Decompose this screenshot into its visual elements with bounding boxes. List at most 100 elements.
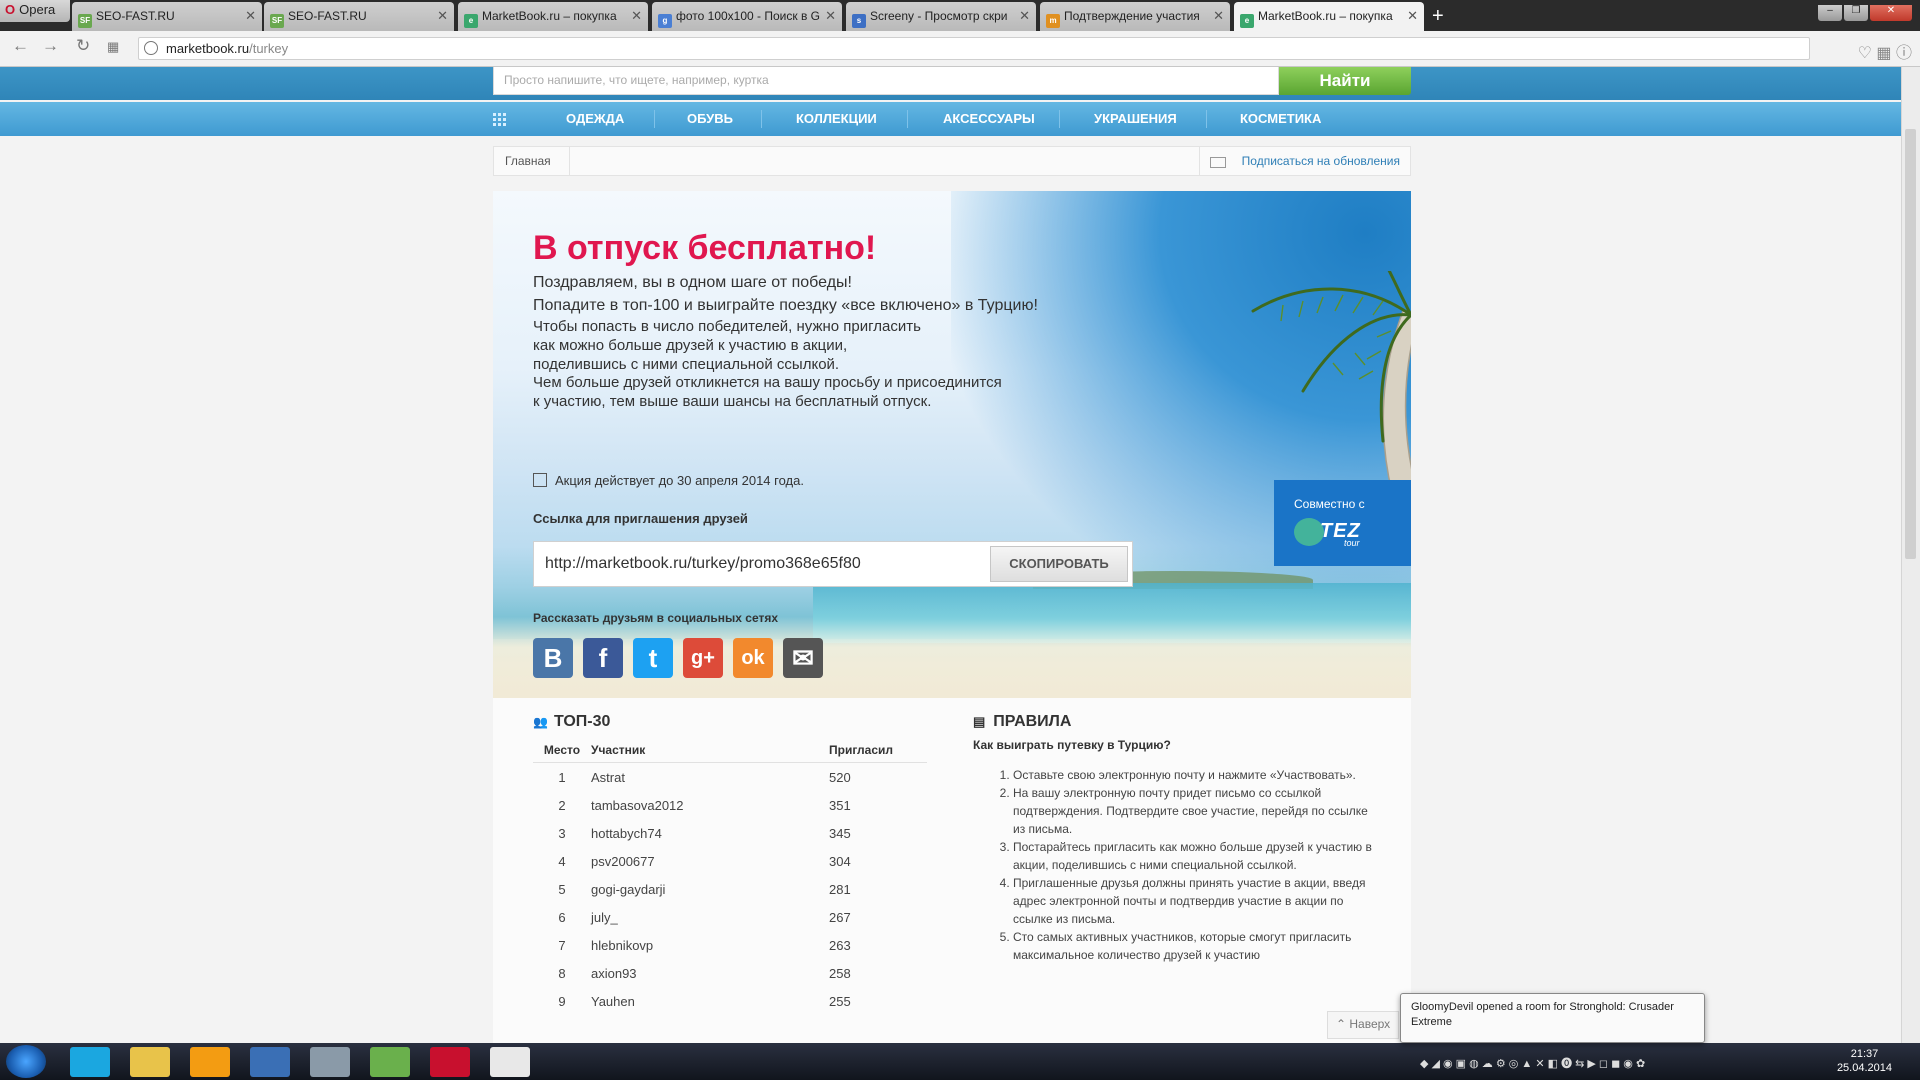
tab-close-icon[interactable]: ✕ — [245, 2, 256, 30]
new-tab-button[interactable]: + — [1432, 2, 1452, 30]
menu-item-shoes[interactable]: Обувь — [687, 102, 733, 136]
invited-cell: 267 — [829, 909, 851, 925]
list-item: На вашу электронную почту придет письмо … — [1013, 784, 1373, 838]
menu-item-cosmetics[interactable]: Косметика — [1240, 102, 1321, 136]
tab-favicon-icon: e — [464, 14, 478, 28]
copy-link-button[interactable]: СКОПИРОВАТЬ — [990, 546, 1128, 582]
mail-agent-icon[interactable] — [190, 1047, 230, 1077]
back-to-top-label: Наверх — [1349, 1017, 1391, 1031]
place-cell: 5 — [558, 881, 566, 897]
utorrent-icon[interactable] — [370, 1047, 410, 1077]
minimize-button[interactable]: – — [1818, 5, 1842, 21]
place-cell: 8 — [558, 965, 566, 981]
browser-tab-bar: O Opera SF SEO-FAST.RU ✕ SF SEO-FAST.RU ✕ e Mark… — [0, 0, 1920, 31]
share-odnoklassniki-button[interactable]: ok — [733, 638, 773, 678]
yandex-browser-icon[interactable] — [490, 1047, 530, 1077]
table-row: 1 Astrat 520 — [533, 763, 927, 792]
subscribe-link[interactable]: Подписаться на обновления — [1198, 147, 1410, 175]
invited-cell: 304 — [829, 853, 851, 869]
envelope-icon — [1209, 157, 1226, 168]
share-label: Рассказать друзьям в социальных сетях — [533, 611, 779, 625]
close-window-button[interactable]: ✕ — [1870, 5, 1912, 21]
browser-tab[interactable]: e MarketBook.ru – покупка ✕ — [1234, 2, 1424, 31]
search-input[interactable]: Просто напишите, что ищете, например, ку… — [493, 67, 1279, 95]
browser-tab[interactable]: e MarketBook.ru – покупка ✕ — [458, 2, 648, 31]
tab-favicon-icon: s — [852, 14, 866, 28]
invite-link-label: Ссылка для приглашения друзей — [533, 511, 748, 526]
invited-cell: 255 — [829, 993, 851, 1009]
tab-title: Screeny - Просмотр скри — [870, 9, 1008, 23]
invited-cell: 263 — [829, 937, 851, 953]
subscribe-label: Подписаться на обновления — [1241, 154, 1400, 168]
system-tray[interactable]: ◆ ◢ ◉ ▣ ◍ ☁ ⚙ ◎ ▲ ✕ ◧ ⓿ ⇆ ▶ ◻ ◼ ◉ ✿ — [1420, 1055, 1645, 1071]
place-cell: 7 — [558, 937, 566, 953]
menu-item-jewelry[interactable]: Украшения — [1094, 102, 1177, 136]
maximize-button[interactable]: ❐ — [1844, 5, 1868, 21]
system-icon[interactable] — [310, 1047, 350, 1077]
menu-item-clothes[interactable]: Одежда — [566, 102, 624, 136]
top30-heading: 👥 ТОП-30 — [533, 713, 610, 731]
scrollbar-thumb[interactable] — [1905, 129, 1916, 559]
invited-cell: 281 — [829, 881, 851, 897]
breadcrumb-home[interactable]: Главная — [494, 147, 570, 175]
tab-title: фото 100x100 - Поиск в G — [676, 9, 820, 23]
tab-close-icon[interactable]: ✕ — [437, 2, 448, 30]
tab-close-icon[interactable]: ✕ — [1407, 2, 1418, 30]
search-button[interactable]: Найти — [1279, 67, 1411, 95]
start-button[interactable] — [6, 1045, 46, 1078]
calendar-icon — [533, 473, 547, 487]
browser-tab[interactable]: SF SEO-FAST.RU ✕ — [72, 2, 262, 31]
share-twitter-button[interactable]: t — [633, 638, 673, 678]
rules-list: Оставьте свою электронную почту и нажмит… — [973, 766, 1373, 964]
promo-paragraph-2: Чтобы попасть в число победителей, нужно… — [533, 318, 1002, 412]
tez-tour-logo: TEZ tour — [1294, 518, 1394, 548]
list-item: Оставьте свою электронную почту и нажмит… — [1013, 766, 1373, 784]
clock[interactable]: 21:37 25.04.2014 — [1837, 1047, 1892, 1075]
participant-cell: gogi-gaydarji — [591, 881, 666, 897]
skype-icon[interactable] — [70, 1047, 110, 1077]
participant-cell: Yauhen — [591, 993, 635, 1009]
back-to-top-button[interactable]: ⌃ Наверх — [1327, 1011, 1400, 1039]
catalog-grid-icon[interactable] — [493, 113, 507, 127]
share-google-plus-button[interactable]: g+ — [683, 638, 723, 678]
opera-menu-button[interactable]: O Opera — [0, 0, 70, 22]
promo-line: поделившись с ними специальной ссылкой. — [533, 355, 840, 373]
explorer-folder-icon[interactable] — [130, 1047, 170, 1077]
notification-toast[interactable]: GloomyDevil opened a room for Stronghold… — [1400, 993, 1705, 1043]
browser-tab[interactable]: s Screeny - Просмотр скри ✕ — [846, 2, 1036, 31]
menu-item-collections[interactable]: Коллекции — [796, 102, 877, 136]
page-scrollbar[interactable] — [1901, 67, 1920, 1043]
browser-tab[interactable]: m Подтверждение участия ✕ — [1040, 2, 1230, 31]
invited-cell: 351 — [829, 797, 851, 813]
site-info-icon[interactable] — [144, 41, 158, 55]
back-icon[interactable]: ← — [12, 36, 29, 56]
tab-close-icon[interactable]: ✕ — [1213, 2, 1224, 30]
tab-close-icon[interactable]: ✕ — [631, 2, 642, 30]
tab-favicon-icon: SF — [270, 14, 284, 28]
bookmark-heart-icon[interactable]: ♡ ▦ ⓘ — [1858, 39, 1912, 63]
invite-link-field[interactable]: http://marketbook.ru/turkey/promo368e65f… — [533, 541, 1133, 587]
participant-cell: tambasova2012 — [591, 797, 684, 813]
reload-icon[interactable]: ↻ — [76, 36, 90, 56]
rules-title: ПРАВИЛА — [993, 713, 1072, 730]
browser-tab[interactable]: g фото 100x100 - Поиск в G ✕ — [652, 2, 842, 31]
share-vk-button[interactable]: В — [533, 638, 573, 678]
table-row: 6 july_ 267 — [533, 903, 927, 931]
opera-taskbar-icon[interactable] — [430, 1047, 470, 1077]
invite-link-value[interactable]: http://marketbook.ru/turkey/promo368e65f… — [545, 542, 861, 586]
tab-close-icon[interactable]: ✕ — [1019, 2, 1030, 30]
participant-cell: hottabych74 — [591, 825, 662, 841]
partner-badge[interactable]: Совместно с TEZ tour — [1274, 480, 1411, 566]
table-row: 9 Yauhen 255 — [533, 987, 927, 1015]
participant-cell: psv200677 — [591, 853, 655, 869]
menu-item-accessories[interactable]: Аксессуары — [943, 102, 1035, 136]
share-email-button[interactable]: ✉ — [783, 638, 823, 678]
tab-close-icon[interactable]: ✕ — [825, 2, 836, 30]
address-field[interactable]: marketbook.ru/turkey — [138, 37, 1810, 60]
forward-icon[interactable]: → — [42, 36, 59, 56]
browser-tab[interactable]: SF SEO-FAST.RU ✕ — [264, 2, 454, 31]
tab-title: SEO-FAST.RU — [288, 9, 367, 23]
media-player-icon[interactable] — [250, 1047, 290, 1077]
share-facebook-button[interactable]: f — [583, 638, 623, 678]
speed-dial-icon[interactable]: ▦ — [107, 39, 119, 55]
